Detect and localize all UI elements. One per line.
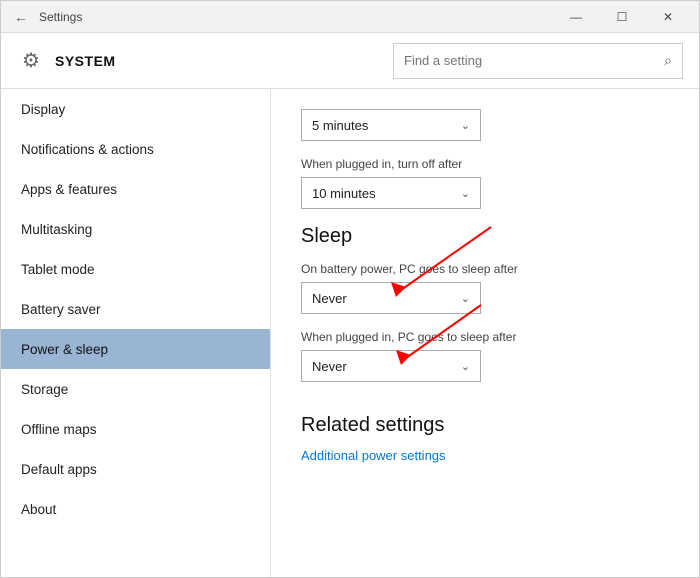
additional-power-settings-link[interactable]: Additional power settings xyxy=(301,448,446,463)
sidebar-item-notifications[interactable]: Notifications & actions xyxy=(1,129,270,169)
plugged-sleep-dropdown[interactable]: Never ⌄ xyxy=(301,350,481,382)
close-button[interactable]: ✕ xyxy=(645,1,691,33)
title-bar: ← Settings — ☐ ✕ xyxy=(1,1,699,33)
screen-off-battery-value: 5 minutes xyxy=(312,118,368,133)
plugged-turnoff-label: When plugged in, turn off after xyxy=(301,157,669,171)
screen-off-battery-dropdown[interactable]: 5 minutes ⌄ xyxy=(301,109,481,141)
content-area: Display Notifications & actions Apps & f… xyxy=(1,89,699,577)
plugged-turnoff-value: 10 minutes xyxy=(312,186,376,201)
plugged-sleep-value: Never xyxy=(312,359,347,374)
app-title: SYSTEM xyxy=(55,53,116,69)
sleep-section-title: Sleep xyxy=(301,225,669,248)
battery-sleep-dropdown[interactable]: Never ⌄ xyxy=(301,282,481,314)
sidebar-item-tablet[interactable]: Tablet mode xyxy=(1,249,270,289)
sidebar-item-multitasking[interactable]: Multitasking xyxy=(1,209,270,249)
sidebar-item-apps[interactable]: Apps & features xyxy=(1,169,270,209)
chevron-down-icon-4: ⌄ xyxy=(461,360,470,373)
plugged-turnoff-dropdown[interactable]: 10 minutes ⌄ xyxy=(301,177,481,209)
plugged-sleep-label: When plugged in, PC goes to sleep after xyxy=(301,330,669,344)
settings-window: ← Settings — ☐ ✕ ⚙ SYSTEM ⌕ Display Noti… xyxy=(0,0,700,578)
chevron-down-icon-3: ⌄ xyxy=(461,292,470,305)
sidebar-item-power[interactable]: Power & sleep xyxy=(1,329,270,369)
related-settings-title: Related settings xyxy=(301,414,669,437)
sidebar: Display Notifications & actions Apps & f… xyxy=(1,89,271,577)
sidebar-item-default-apps[interactable]: Default apps xyxy=(1,449,270,489)
sidebar-item-battery[interactable]: Battery saver xyxy=(1,289,270,329)
window-title: Settings xyxy=(39,10,82,24)
app-header: ⚙ SYSTEM ⌕ xyxy=(1,33,699,89)
chevron-down-icon: ⌄ xyxy=(461,119,470,132)
back-button[interactable]: ← xyxy=(9,5,33,29)
minimize-button[interactable]: — xyxy=(553,1,599,33)
maximize-button[interactable]: ☐ xyxy=(599,1,645,33)
window-controls: — ☐ ✕ xyxy=(553,1,691,33)
gear-icon: ⚙ xyxy=(17,47,45,75)
sidebar-item-storage[interactable]: Storage xyxy=(1,369,270,409)
chevron-down-icon-2: ⌄ xyxy=(461,187,470,200)
main-content: 5 minutes ⌄ When plugged in, turn off af… xyxy=(271,89,699,577)
sidebar-item-offline-maps[interactable]: Offline maps xyxy=(1,409,270,449)
search-box[interactable]: ⌕ xyxy=(393,43,683,79)
battery-sleep-label: On battery power, PC goes to sleep after xyxy=(301,262,669,276)
sidebar-item-display[interactable]: Display xyxy=(1,89,270,129)
search-icon: ⌕ xyxy=(664,52,672,69)
sidebar-item-about[interactable]: About xyxy=(1,489,270,529)
battery-sleep-value: Never xyxy=(312,291,347,306)
search-input[interactable] xyxy=(404,53,664,68)
